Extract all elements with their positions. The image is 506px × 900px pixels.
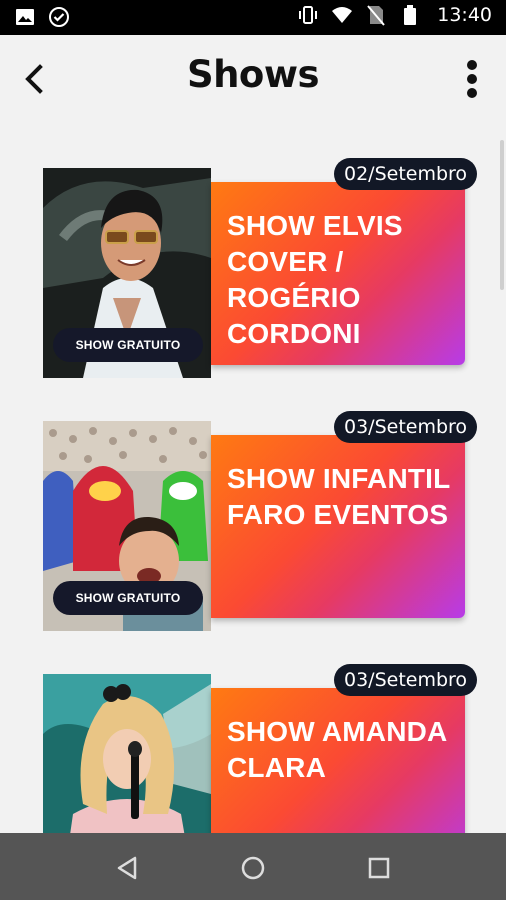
show-date-badge: 02/Setembro xyxy=(334,158,478,190)
vibrate-icon xyxy=(297,4,319,26)
show-title-panel: SHOW INFANTIL FARO EVENTOS xyxy=(211,435,465,618)
show-title: SHOW ELVIS COVER / ROGÉRIO CORDONI xyxy=(227,210,403,349)
show-title: SHOW INFANTIL FARO EVENTOS xyxy=(227,463,450,530)
more-vertical-icon xyxy=(467,60,477,98)
app-bar: Shows xyxy=(0,35,506,123)
nav-recents-button[interactable] xyxy=(364,853,394,883)
free-show-badge: SHOW GRATUITO xyxy=(53,328,203,362)
overflow-menu-button[interactable] xyxy=(462,57,482,101)
square-recents-icon xyxy=(368,857,390,879)
scrollbar[interactable] xyxy=(500,140,504,290)
show-title-panel: SHOW ELVIS COVER / ROGÉRIO CORDONI xyxy=(211,182,465,365)
wifi-icon xyxy=(331,4,353,26)
show-date-badge: 03/Setembro xyxy=(334,411,478,443)
no-sim-icon xyxy=(365,4,387,26)
nav-home-button[interactable] xyxy=(238,853,268,883)
battery-icon xyxy=(399,4,421,26)
show-card[interactable]: SHOW ELVIS COVER / ROGÉRIO CORDONI 02/Se… xyxy=(43,158,478,378)
triangle-back-icon xyxy=(117,856,137,880)
status-bar: 13:40 xyxy=(0,0,506,35)
check-circle-icon xyxy=(48,6,70,28)
show-date-badge: 03/Setembro xyxy=(334,664,478,696)
show-title: SHOW AMANDA CLARA xyxy=(227,716,447,783)
system-navigation-bar xyxy=(0,833,506,900)
nav-back-button[interactable] xyxy=(113,853,143,883)
image-icon xyxy=(14,6,36,28)
page-title: Shows xyxy=(186,53,320,96)
clock: 13:40 xyxy=(437,4,492,26)
free-show-badge: SHOW GRATUITO xyxy=(53,581,203,615)
show-card[interactable]: SHOW INFANTIL FARO EVENTOS 03/Setembro S… xyxy=(43,411,478,631)
circle-home-icon xyxy=(241,856,265,880)
